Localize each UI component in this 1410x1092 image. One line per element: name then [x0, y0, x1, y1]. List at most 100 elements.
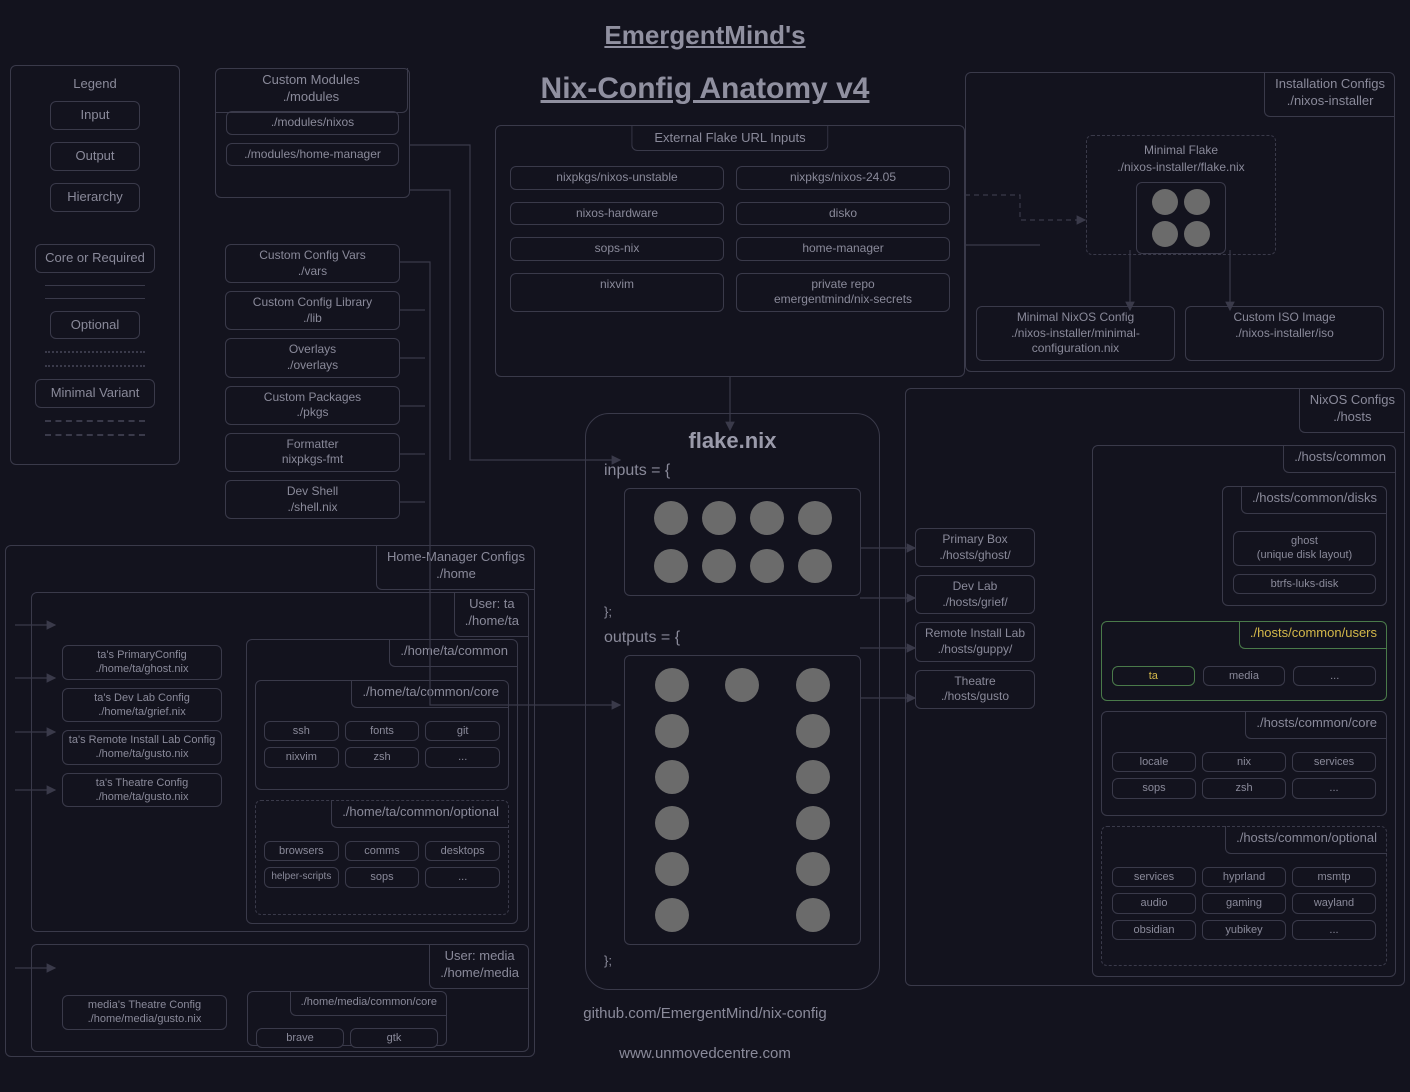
ta-common-header: ./home/ta/common: [389, 639, 518, 667]
user-ta: ta: [1112, 666, 1195, 686]
opt-yubikey: yubikey: [1202, 920, 1286, 940]
tao-helper: helper-scripts: [264, 867, 339, 887]
external-flake-panel: External Flake URL Inputs nixpkgs/nixos-…: [495, 125, 965, 377]
core-sops: sops: [1112, 778, 1196, 798]
core-zsh: zsh: [1202, 778, 1286, 798]
tac-nixvim: nixvim: [264, 747, 339, 767]
side-lib: Custom Config Library./lib: [225, 291, 400, 330]
ext-disko: disko: [736, 202, 950, 226]
core-locale: locale: [1112, 752, 1196, 772]
side-vars: Custom Config Vars./vars: [225, 244, 400, 283]
flake-outputs-close: };: [604, 953, 861, 968]
hosts-optional-header: ./hosts/common/optional: [1225, 826, 1387, 854]
user-ta-panel: User: ta./home/ta ta's PrimaryConfig./ho…: [31, 592, 529, 932]
tao-sops: sops: [345, 867, 420, 887]
ext-private: private repoemergentmind/nix-secrets: [736, 273, 950, 312]
ta-common-optional-header: ./home/ta/common/optional: [331, 800, 509, 828]
tao-comms: comms: [345, 841, 420, 861]
ext-stable: nixpkgs/nixos-24.05: [736, 166, 950, 190]
ext-hardware: nixos-hardware: [510, 202, 724, 226]
ta-common-core: ./home/ta/common/core ssh fonts git nixv…: [255, 680, 509, 790]
core-more: ...: [1292, 778, 1376, 798]
hosts-optional: ./hosts/common/optional services hyprlan…: [1101, 826, 1387, 966]
custom-modules-header: Custom Modules./modules: [215, 68, 408, 113]
hm-configs-header: Home-Manager Configs./home: [376, 545, 535, 590]
tac-git: git: [425, 721, 500, 741]
core-services: services: [1292, 752, 1376, 772]
tao-more: ...: [425, 867, 500, 887]
hosts-core-header: ./hosts/common/core: [1245, 711, 1387, 739]
opt-services: services: [1112, 867, 1196, 887]
tac-zsh: zsh: [345, 747, 420, 767]
opt-gaming: gaming: [1202, 893, 1286, 913]
modules-nixos: ./modules/nixos: [226, 111, 399, 135]
external-flake-header: External Flake URL Inputs: [631, 125, 828, 151]
ext-hm: home-manager: [736, 237, 950, 261]
user-ta-header: User: ta./home/ta: [454, 592, 529, 637]
opt-audio: audio: [1112, 893, 1196, 913]
flake-outputs-circles: [624, 655, 861, 945]
user-media: media: [1203, 666, 1286, 686]
mc-gtk: gtk: [350, 1028, 438, 1048]
legend-output: Output: [50, 142, 140, 171]
side-overlays: Overlays./overlays: [225, 338, 400, 377]
hm-configs-panel: Home-Manager Configs./home User: ta./hom…: [5, 545, 535, 1057]
hosts-disks-header: ./hosts/common/disks: [1241, 486, 1387, 514]
legend-input: Input: [50, 101, 140, 130]
hosts-common-header: ./hosts/common: [1283, 445, 1396, 473]
media-common-core: ./home/media/common/core brave gtk: [247, 991, 447, 1046]
ta-theatre: ta's Theatre Config./home/ta/gusto.nix: [62, 773, 222, 808]
legend-optional: Optional: [50, 311, 140, 340]
custom-iso: Custom ISO Image./nixos-installer/iso: [1185, 306, 1384, 361]
flake-inputs-open: inputs = {: [604, 462, 861, 480]
opt-hyprland: hyprland: [1202, 867, 1286, 887]
legend-panel: Legend Input Output Hierarchy Core or Re…: [10, 65, 180, 465]
flake-title: flake.nix: [604, 428, 861, 454]
installation-panel: Installation Configs./nixos-installer Mi…: [965, 72, 1395, 372]
ta-common: ./home/ta/common ./home/ta/common/core s…: [246, 639, 518, 924]
core-nix: nix: [1202, 752, 1286, 772]
opt-wayland: wayland: [1292, 893, 1376, 913]
ta-remote: ta's Remote Install Lab Config./home/ta/…: [62, 730, 222, 765]
side-modules-column: Custom Config Vars./vars Custom Config L…: [225, 244, 400, 519]
media-common-core-header: ./home/media/common/core: [290, 991, 447, 1016]
nixos-configs-header: NixOS Configs./hosts: [1299, 388, 1405, 433]
nixos-configs-panel: NixOS Configs./hosts ./hosts/common ./ho…: [905, 388, 1405, 986]
hosts-core: ./hosts/common/core locale nix services …: [1101, 711, 1387, 816]
minimal-config: Minimal NixOS Config./nixos-installer/mi…: [976, 306, 1175, 361]
opt-msmtp: msmtp: [1292, 867, 1376, 887]
minimal-flake: Minimal Flake./nixos-installer/flake.nix: [1086, 135, 1276, 255]
legend-header: Legend: [23, 76, 167, 91]
hosts-users-header: ./hosts/common/users: [1239, 621, 1387, 649]
hosts-common: ./hosts/common ./hosts/common/disks ghos…: [1092, 445, 1396, 977]
custom-modules-panel: Custom Modules./modules ./modules/nixos …: [215, 68, 410, 198]
media-theatre: media's Theatre Config./home/media/gusto…: [62, 995, 227, 1030]
flake-inputs-circles: [624, 488, 861, 596]
mc-brave: brave: [256, 1028, 344, 1048]
ext-unstable: nixpkgs/nixos-unstable: [510, 166, 724, 190]
tao-desktops: desktops: [425, 841, 500, 861]
user-media-panel: User: media./home/media media's Theatre …: [31, 944, 529, 1052]
legend-hierarchy: Hierarchy: [50, 183, 140, 212]
hosts-disks: ./hosts/common/disks ghost(unique disk l…: [1222, 486, 1387, 606]
legend-core: Core or Required: [35, 244, 155, 273]
tac-fonts: fonts: [345, 721, 420, 741]
opt-obsidian: obsidian: [1112, 920, 1196, 940]
hosts-users: ./hosts/common/users ta media ...: [1101, 621, 1387, 701]
disk-btrfs: btrfs-luks-disk: [1233, 574, 1376, 594]
title-line-1: EmergentMind's: [0, 20, 1410, 51]
tac-ssh: ssh: [264, 721, 339, 741]
flake-inputs-close: };: [604, 604, 861, 619]
user-more: ...: [1293, 666, 1376, 686]
tao-browsers: browsers: [264, 841, 339, 861]
legend-minimal: Minimal Variant: [35, 379, 155, 408]
flake-central: flake.nix inputs = { }; outputs = { };: [585, 413, 880, 990]
side-formatter: Formatternixpkgs-fmt: [225, 433, 400, 472]
ext-sops: sops-nix: [510, 237, 724, 261]
ta-common-core-header: ./home/ta/common/core: [351, 680, 509, 708]
ta-primary: ta's PrimaryConfig./home/ta/ghost.nix: [62, 645, 222, 680]
disk-ghost: ghost(unique disk layout): [1233, 531, 1376, 566]
flake-outputs-open: outputs = {: [604, 629, 861, 647]
installation-header: Installation Configs./nixos-installer: [1264, 72, 1395, 117]
opt-more: ...: [1292, 920, 1376, 940]
